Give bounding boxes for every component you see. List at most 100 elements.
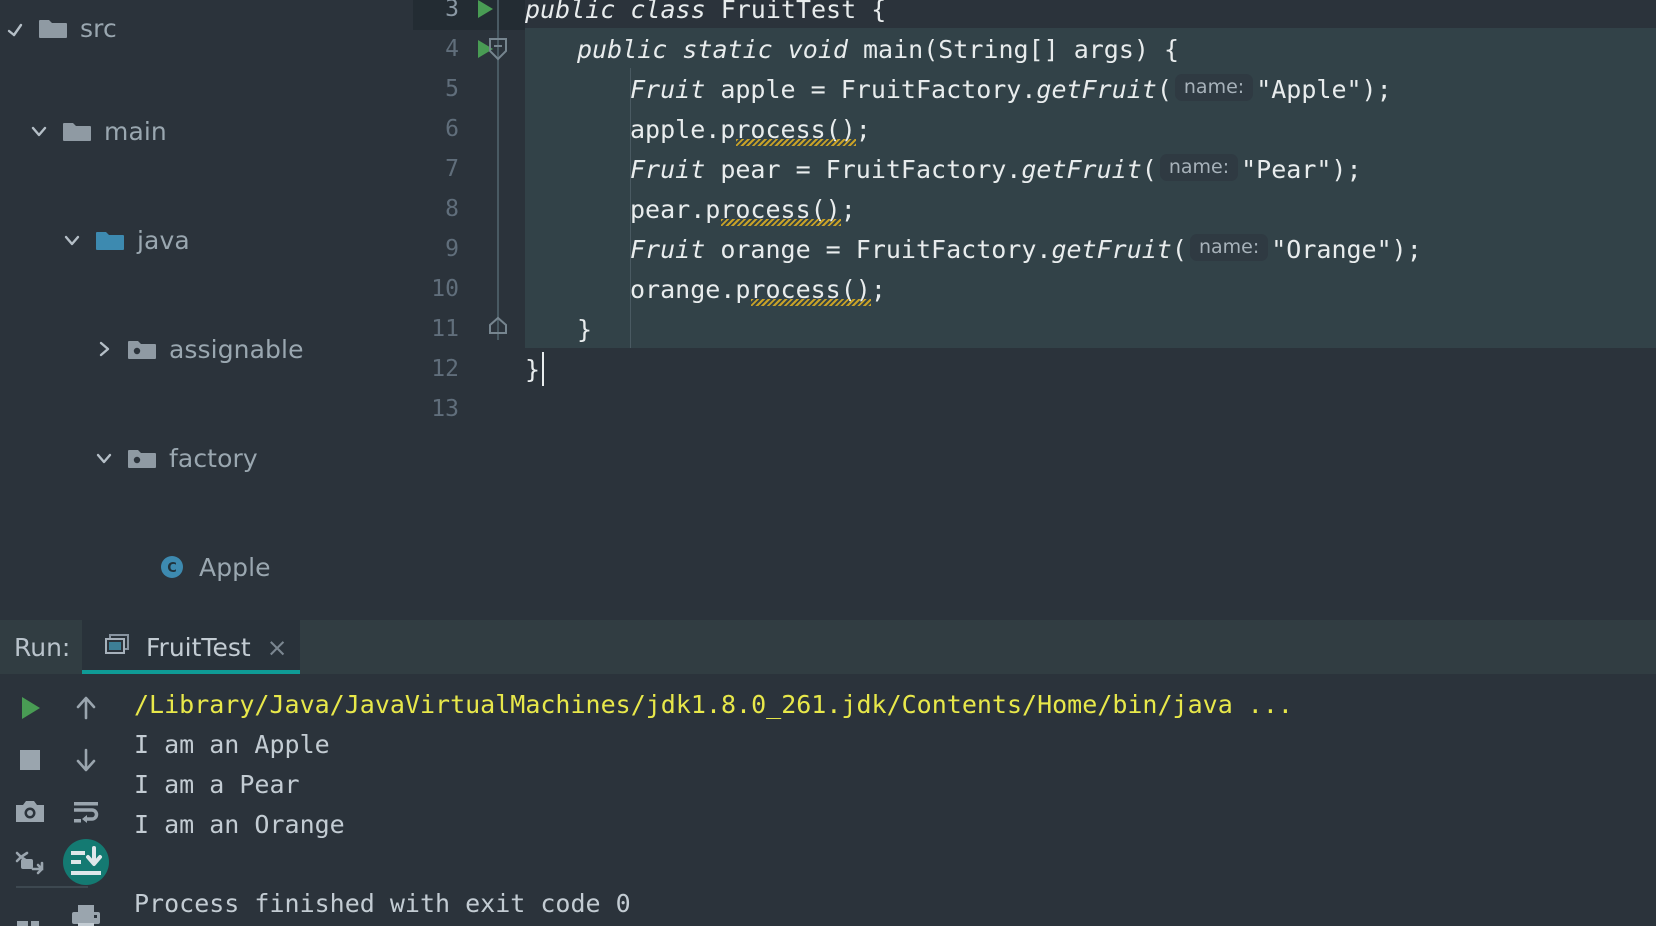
code-token: getFruit [1036,74,1157,104]
line-number: 8 [445,196,459,222]
tree-item-assignable[interactable]: assignable [0,321,413,377]
tree-item-main[interactable]: main [0,103,413,159]
gutter-line-8[interactable]: 8 [413,188,525,230]
code-token: ( [1156,74,1172,104]
tree-item-label: Apple [199,552,271,582]
code-editor[interactable]: 3 4 5 6 7 8 9 10 11 12 13 public class F… [413,0,1656,620]
chevron-down-icon[interactable] [0,0,30,56]
warning-squiggle [721,219,841,226]
console-line: I am a Pear [134,769,300,799]
run-console-output[interactable]: /Library/Java/JavaVirtualMachines/jdk1.8… [120,674,1656,926]
tree-item-label: java [137,225,190,255]
chevron-down-icon[interactable] [24,103,54,159]
gutter-line-12[interactable]: 12 [413,348,525,390]
code-line-12[interactable]: } [525,348,540,390]
gutter-line-5[interactable]: 5 [413,68,525,110]
code-line-11[interactable]: } [577,308,592,350]
clear-all-button[interactable] [2,896,58,926]
tree-item-factory[interactable]: factory [0,430,413,486]
screenshot-button[interactable] [2,784,58,840]
gutter-line-10[interactable]: 10 [413,268,525,310]
gutter-line-7[interactable]: 7 [413,148,525,190]
tree-item-apple[interactable]: C Apple [0,539,413,595]
run-toolbar[interactable] [0,674,120,926]
gutter-line-9[interactable]: 9 [413,228,525,270]
line-number: 9 [445,236,459,262]
down-stacktrace-button[interactable] [58,732,114,788]
code-line-5[interactable]: Fruit apple = FruitFactory. getFruit(name… [630,68,1392,110]
tree-item-java[interactable]: java [0,212,413,268]
chevron-right-icon[interactable] [89,321,119,377]
code-token: class [630,0,706,24]
code-token: } [525,354,541,384]
code-token: } [577,314,593,344]
source-folder-icon [93,212,127,268]
code-token: getFruit [1051,234,1172,264]
stop-button[interactable] [2,732,58,788]
chevron-down-icon[interactable] [57,212,87,268]
close-icon[interactable]: × [267,633,288,662]
console-window-icon [104,633,132,661]
tree-item-label: src [80,13,117,43]
code-token: pear = FruitFactory. [705,154,1022,184]
code-token: getFruit [1021,154,1142,184]
parameter-hint-badge: name: [1189,233,1269,261]
editor-area: src main java assignable factory C Apple… [0,0,1656,620]
line-number: 3 [445,0,459,22]
code-line-4[interactable]: public static void main(String[] args) { [577,28,1179,70]
editor-gutter[interactable]: 3 4 5 6 7 8 9 10 11 12 13 [413,0,525,620]
code-token: ( [1141,154,1157,184]
code-token: ( [1171,234,1187,264]
svg-text:C: C [167,561,177,576]
package-folder-icon [125,430,159,486]
up-stacktrace-button[interactable] [58,680,114,736]
code-token: apple = FruitFactory. [705,74,1037,104]
code-token: "Pear"); [1241,154,1362,184]
print-button[interactable] [58,890,114,926]
code-line-7[interactable]: Fruit pear = FruitFactory. getFruit(name:… [630,148,1362,190]
tree-item-label: assignable [169,334,304,364]
intellij-idea-window: src main java assignable factory C Apple… [0,0,1656,926]
folder-icon [60,103,94,159]
run-tool-window: Run: FruitTest × /Library/Java/JavaVirtu… [0,620,1656,926]
line-number: 4 [445,36,459,62]
warning-squiggle [751,299,871,306]
line-number: 12 [431,356,459,382]
rerun-button[interactable] [2,680,58,736]
code-token: Fruit [630,74,706,104]
code-token: Fruit [630,234,706,264]
gutter-line-13[interactable]: 13 [413,388,525,430]
code-token: "Orange"); [1271,234,1422,264]
parameter-hint-badge: name: [1159,153,1239,181]
java-class-icon: C [155,539,189,595]
console-line: I am an Orange [134,809,345,839]
code-token: public [525,0,616,24]
scroll-to-end-button[interactable] [58,834,114,890]
code-surface[interactable]: public class FruitTest { public static v… [525,0,1656,620]
code-token: FruitTest { [705,0,887,24]
code-token: main(String[] args) { [847,34,1180,64]
code-line-9[interactable]: Fruit orange = FruitFactory. getFruit(nam… [630,228,1422,270]
line-number: 13 [431,396,459,422]
run-tab-label: FruitTest [146,632,251,662]
tree-item-src[interactable]: src [0,0,413,56]
soft-wrap-button[interactable] [58,784,114,840]
toolbar-separator [16,886,88,888]
code-line-3[interactable]: public class FruitTest { [525,0,886,30]
project-tree-panel[interactable]: src main java assignable factory C Apple [0,0,413,620]
fold-collapse-end-icon[interactable] [487,316,509,340]
gutter-line-3[interactable]: 3 [413,0,525,30]
chevron-down-icon[interactable] [89,430,119,486]
line-number: 10 [431,276,459,302]
console-line: /Library/Java/JavaVirtualMachines/jdk1.8… [134,689,1293,719]
code-token: public static void [577,34,848,64]
fold-collapse-icon[interactable] [487,36,509,66]
run-tab-fruittest[interactable]: FruitTest × [82,620,300,674]
tree-item-label: main [104,116,167,146]
restore-layout-button[interactable] [2,836,58,892]
code-token: Fruit [630,154,706,184]
gutter-line-6[interactable]: 6 [413,108,525,150]
code-token: "Apple"); [1256,74,1392,104]
run-tool-window-title: Run: [14,632,71,662]
folder-icon [36,0,70,56]
